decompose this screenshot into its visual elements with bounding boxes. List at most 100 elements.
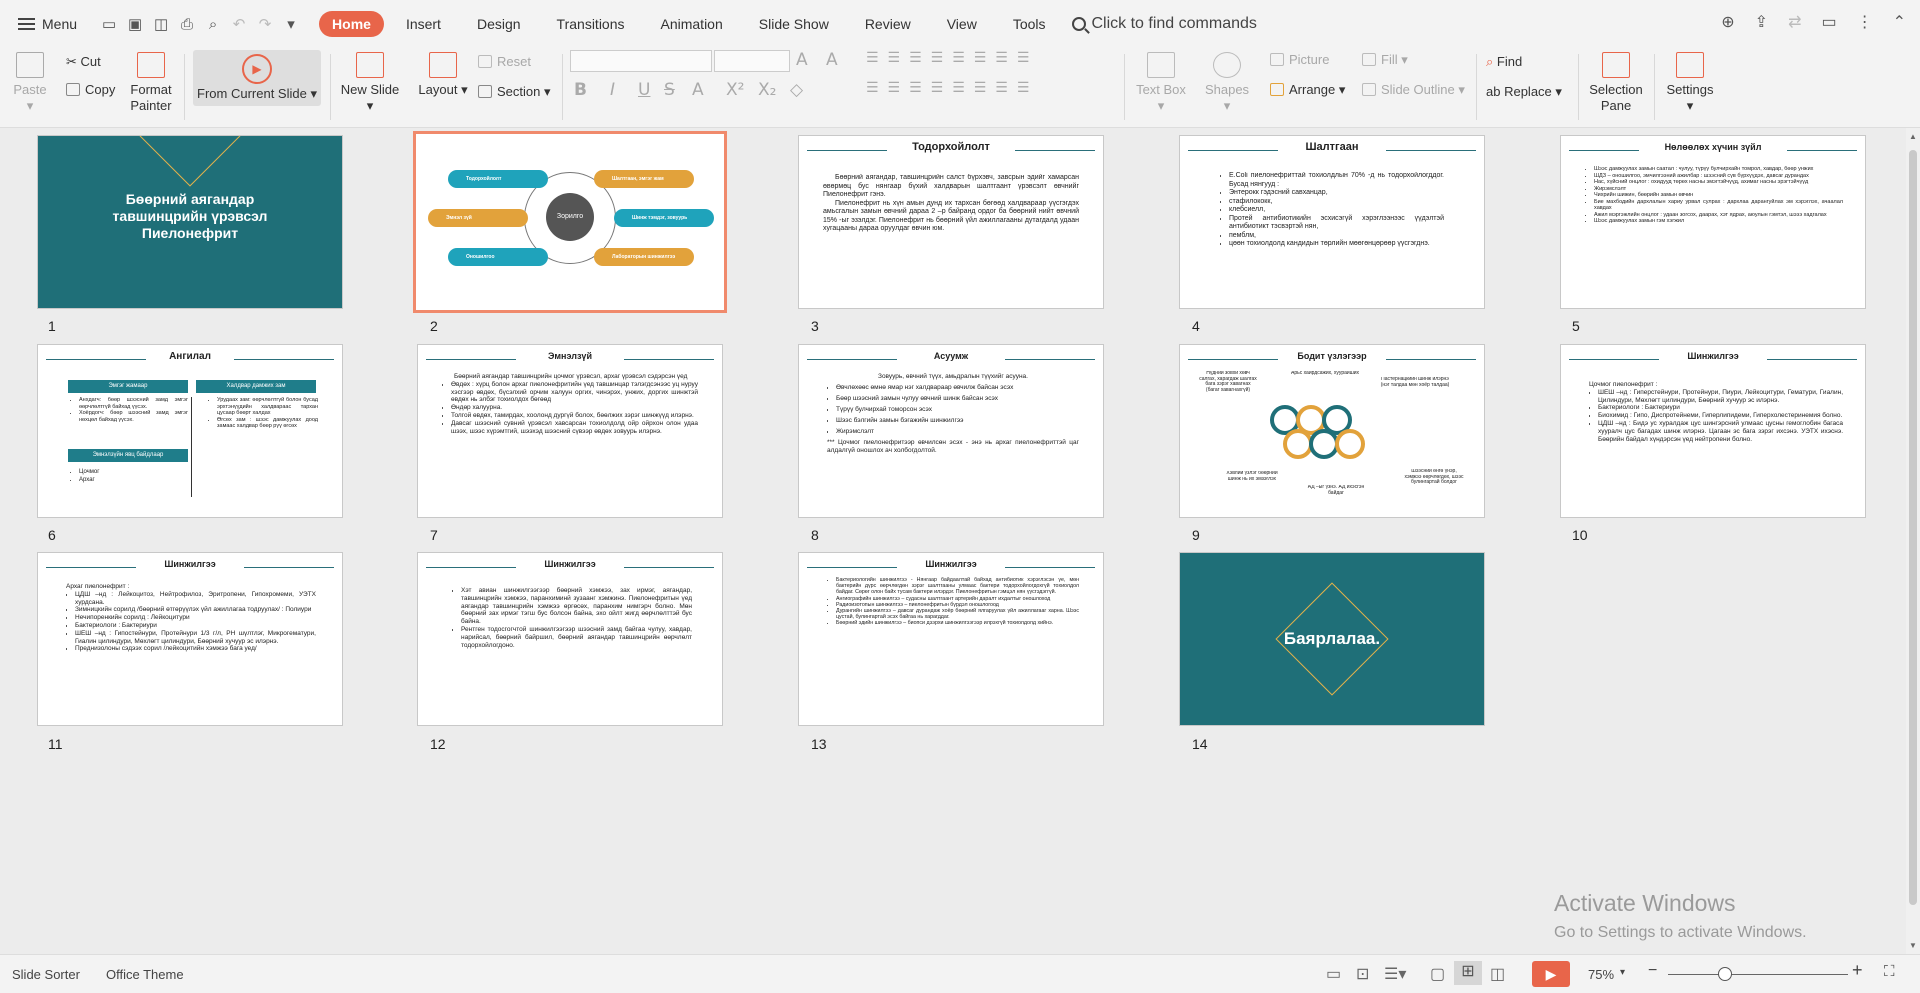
slide-thumbnail-8[interactable]: Асуумж Зовуурь, өвчний түүх, амьдралын т… <box>799 345 1103 517</box>
cut-button[interactable]: ✂ Cut <box>66 54 101 70</box>
tab-tools[interactable]: Tools <box>999 11 1060 37</box>
slide-thumbnail-3[interactable]: Тодорхойлолт Бөөрний аягандар, тавшинцри… <box>799 136 1103 308</box>
copy-button[interactable]: Copy <box>66 82 115 98</box>
theme-name[interactable]: Office Theme <box>106 967 184 982</box>
vertical-scrollbar[interactable]: ▲ ▼ <box>1906 128 1920 954</box>
notes-icon[interactable]: ▭ <box>1326 964 1341 984</box>
reset-button[interactable]: Reset <box>478 54 531 70</box>
share-icon[interactable]: ⇪ <box>1755 12 1768 32</box>
customize-dropdown-icon[interactable]: ▾ <box>281 14 301 34</box>
comment-panel-icon[interactable]: ⊡ <box>1356 964 1369 984</box>
slide-thumbnail-13[interactable]: Шинжилгээ Бактериологийн шинжилгээ - Нян… <box>799 553 1103 725</box>
alignment-tools-icon[interactable]: ☰☰☰☰☰☰☰☰ <box>866 80 1038 96</box>
layout-button[interactable]: Layout ▾ <box>416 52 470 98</box>
tab-transitions[interactable]: Transitions <box>543 11 639 37</box>
clear-format-icon[interactable]: ◇ <box>790 80 803 100</box>
comment-icon[interactable]: ▭ <box>1821 12 1836 32</box>
subscript-button[interactable]: X₂ <box>758 80 776 100</box>
grow-font-icon[interactable]: A <box>796 50 808 70</box>
slide-outline-button[interactable]: Slide Outline ▾ <box>1362 82 1465 98</box>
scroll-down-icon[interactable]: ▼ <box>1909 941 1917 950</box>
zoom-slider-thumb[interactable] <box>1718 967 1732 981</box>
command-search[interactable]: Click to find commands <box>1071 15 1257 33</box>
slide-thumbnail-14[interactable]: Баярлалаа. <box>1180 553 1484 725</box>
paste-button[interactable]: Paste ▾ <box>10 52 50 114</box>
strikethrough-button[interactable]: S <box>664 80 675 100</box>
slide-9-label: Нүдний зовхи хөвч салгах, харагдаж шалга… <box>1199 371 1257 393</box>
more-icon[interactable]: ⋮ <box>1857 12 1873 32</box>
collapse-ribbon-icon[interactable]: ⌃ <box>1893 12 1906 32</box>
text-box-button[interactable]: Text Box ▾ <box>1134 52 1188 114</box>
slide-thumbnail-5[interactable]: Нөлөөлөх хүчин зүйл Шээс дамжуулах замын… <box>1561 136 1865 308</box>
slide-number: 7 <box>430 527 438 543</box>
open-icon[interactable]: ▭ <box>99 14 119 34</box>
italic-button[interactable]: I <box>610 80 615 100</box>
tab-design[interactable]: Design <box>463 11 535 37</box>
hamburger-icon <box>18 18 35 30</box>
find-button[interactable]: ⌕ Find <box>1486 54 1522 70</box>
selection-pane-button[interactable]: Selection Pane <box>1588 52 1644 114</box>
slide-thumbnail-7[interactable]: Эмнэлзүй Бөөрний аягандар тавшинцрийн цо… <box>418 345 722 517</box>
slide-number: 2 <box>430 318 438 334</box>
scroll-up-icon[interactable]: ▲ <box>1909 132 1917 141</box>
add-user-icon[interactable]: ⊕ <box>1721 12 1734 32</box>
bold-button[interactable]: B <box>574 80 587 100</box>
reading-view-icon[interactable]: ◫ <box>1490 964 1505 984</box>
font-color-button[interactable]: A <box>692 80 704 100</box>
section-button[interactable]: Section ▾ <box>478 84 551 100</box>
slide-6-header: Халдвар дамжих зам <box>196 380 316 393</box>
outline-icon[interactable]: ☰▾ <box>1384 964 1406 984</box>
new-slide-button[interactable]: New Slide ▾ <box>338 52 402 114</box>
slide-10-bullet: ЦДШ –нд : Бидэ ус хуралдаж цус шингэрсни… <box>1598 420 1843 443</box>
arrange-button[interactable]: Arrange ▾ <box>1270 82 1345 98</box>
slide-thumbnail-6[interactable]: Ангилал Эмгэг жамаар Халдвар дамжих зам … <box>38 345 342 517</box>
print-icon[interactable]: ⎙ <box>177 14 197 34</box>
undo-icon[interactable]: ↶ <box>229 14 249 34</box>
tab-view[interactable]: View <box>933 11 991 37</box>
tab-review[interactable]: Review <box>851 11 925 37</box>
slide-thumbnail-4[interactable]: Шалтгаан E.Coli пиелонефриттай тохиолдлы… <box>1180 136 1484 308</box>
underline-button[interactable]: U <box>638 80 650 100</box>
slide-sorter-view-icon[interactable]: ⊞ <box>1454 961 1482 985</box>
zoom-level[interactable]: 75% <box>1588 967 1614 982</box>
shapes-button[interactable]: Shapes ▾ <box>1202 52 1252 114</box>
format-painter-button[interactable]: Format Painter <box>128 52 174 114</box>
slide-11-title: Шинжилгээ <box>164 559 216 569</box>
tab-slide-show[interactable]: Slide Show <box>745 11 843 37</box>
tab-home[interactable]: Home <box>319 11 384 37</box>
font-name-combo[interactable] <box>570 50 712 72</box>
title-bar: Menu ▭ ▣ ◫ ⎙ ⌕ ↶ ↷ ▾ Home Insert Design … <box>0 0 1920 48</box>
fill-button[interactable]: Fill ▾ <box>1362 52 1408 68</box>
fit-window-icon[interactable]: ⛶ <box>1884 963 1895 980</box>
save-icon[interactable]: ▣ <box>125 14 145 34</box>
slide-thumbnail-9[interactable]: Бодит үзлэгээр Нүдний зовхи хөвч салгах,… <box>1180 345 1484 517</box>
normal-view-icon[interactable]: ▢ <box>1430 964 1445 984</box>
zoom-in-icon[interactable]: + <box>1852 960 1863 981</box>
slide-thumbnail-2[interactable]: Зорилго Тодорхойлолт Шалтгаан, эмгэг жам… <box>418 136 722 308</box>
menu-button[interactable]: Menu <box>18 16 77 32</box>
slide-thumbnail-11[interactable]: Шинжилгээ Архаг пиелонефрит : ЦДШ –нд : … <box>38 553 342 725</box>
tab-animation[interactable]: Animation <box>647 11 737 37</box>
shrink-font-icon[interactable]: A <box>826 50 838 70</box>
font-size-combo[interactable] <box>714 50 790 72</box>
slide-thumbnail-12[interactable]: Шинжилгээ Хэт авиан шинжилгээгээр бөөрни… <box>418 553 722 725</box>
superscript-button[interactable]: X² <box>726 80 744 100</box>
print-preview-icon[interactable]: ⌕ <box>203 14 223 34</box>
zoom-dropdown-icon[interactable]: ▾ <box>1620 967 1625 978</box>
tab-insert[interactable]: Insert <box>392 11 455 37</box>
zoom-out-icon[interactable]: − <box>1648 962 1657 980</box>
sync-icon[interactable]: ⇄ <box>1788 12 1801 32</box>
slide-show-button[interactable]: ▶ <box>1532 961 1570 987</box>
replace-button[interactable]: ab Replace ▾ <box>1486 84 1562 100</box>
zoom-slider-track[interactable] <box>1668 974 1848 975</box>
slide-thumbnail-10[interactable]: Шинжилгээ Цочмог пиелонефрит : ШЕШ –нд :… <box>1561 345 1865 517</box>
export-icon[interactable]: ◫ <box>151 14 171 34</box>
picture-button[interactable]: Picture <box>1270 52 1329 68</box>
paragraph-tools-icon[interactable]: ☰☰☰☰☰☰☰☰ <box>866 50 1038 66</box>
redo-icon[interactable]: ↷ <box>255 14 275 34</box>
settings-button[interactable]: Settings ▾ <box>1662 52 1718 114</box>
from-current-slide-button[interactable]: ▶ From Current Slide ▾ <box>193 50 321 106</box>
slide-thumbnail-1[interactable]: Бөөрний аягандар тавшинцрийн үрэвсэл Пие… <box>38 136 342 308</box>
slide-10-intro: Цочмог пиелонефрит : <box>1589 381 1658 388</box>
scrollbar-thumb[interactable] <box>1909 150 1917 905</box>
